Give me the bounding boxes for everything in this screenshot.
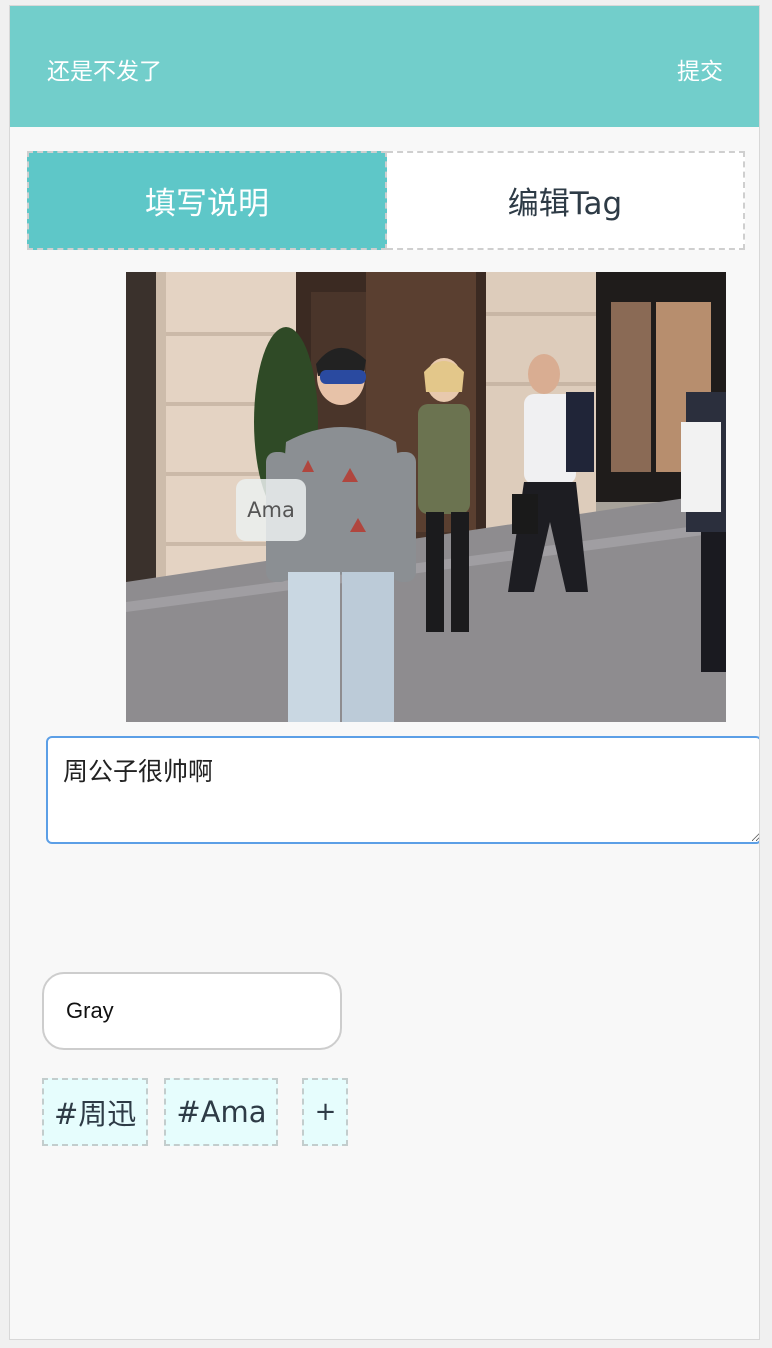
- photo-illustration: [126, 272, 726, 722]
- tag-name-input[interactable]: [42, 972, 342, 1050]
- tab-description[interactable]: 填写说明: [27, 151, 387, 250]
- app-frame: 还是不发了 提交 填写说明 编辑Tag Ama 周公子很帅啊 Gray #周迅 …: [9, 5, 760, 1340]
- tag-chip[interactable]: #周迅: [42, 1078, 149, 1146]
- street-photo: Ama: [126, 272, 726, 722]
- add-tag-button[interactable]: +: [302, 1078, 349, 1146]
- tag-chip[interactable]: #Ama: [164, 1078, 279, 1146]
- description-input[interactable]: [46, 736, 759, 844]
- submit-button[interactable]: 提交: [677, 52, 723, 86]
- tab-edit-tag[interactable]: 编辑Tag: [387, 151, 745, 250]
- tab-bar: 填写说明 编辑Tag: [27, 151, 745, 250]
- tag-chip-list: #周迅 #Ama +: [42, 1077, 364, 1147]
- header-bar: 还是不发了 提交: [10, 6, 759, 127]
- cancel-button[interactable]: 还是不发了: [47, 52, 162, 86]
- photo-tag-label[interactable]: Ama: [236, 479, 306, 541]
